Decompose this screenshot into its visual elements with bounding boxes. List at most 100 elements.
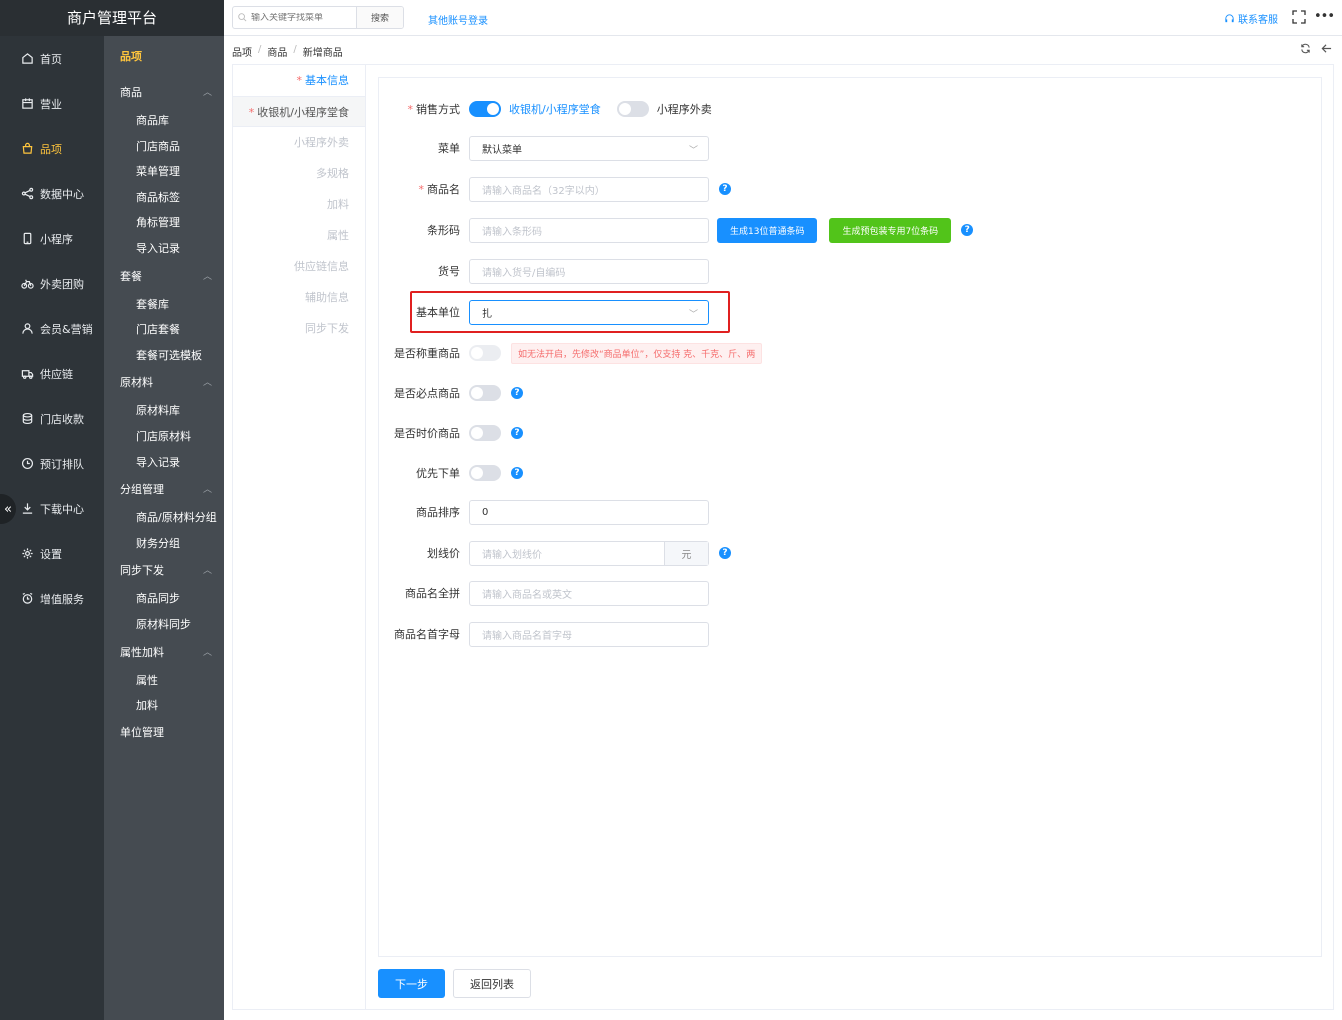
form-step[interactable]: 属性 <box>233 220 365 251</box>
generate-7-barcode-button[interactable]: 生成预包装专用7位条码 <box>829 217 952 243</box>
name-label: * 商品名 <box>418 183 461 196</box>
nav-item[interactable]: 供应链 <box>0 351 104 396</box>
chevron-up-icon: ︿ <box>202 271 212 282</box>
sidebar-subitem[interactable]: 菜单管理 <box>104 159 224 185</box>
share-icon <box>20 187 34 201</box>
user-icon <box>20 322 34 336</box>
nav-item-label: 小程序 <box>40 232 73 246</box>
help-icon[interactable]: ? <box>511 467 523 479</box>
sku-input[interactable]: 请输入货号/自编码 <box>469 258 709 284</box>
help-icon[interactable]: ? <box>961 224 974 236</box>
nav-item[interactable]: 数据中心 <box>0 171 104 216</box>
sidebar-subitem[interactable]: 财务分组 <box>104 531 224 557</box>
sidebar-subitem[interactable]: 原材料同步 <box>104 612 224 638</box>
nav-group-label: 原材料 <box>120 376 153 390</box>
sidebar-subitem[interactable]: 商品同步 <box>104 586 224 612</box>
sidebar-subitem[interactable]: 导入记录 <box>104 236 224 262</box>
strike-price-input[interactable]: 请输入划线价 元 <box>469 540 709 566</box>
help-icon[interactable]: ? <box>511 427 523 439</box>
nav-group-header[interactable]: 原材料 ︿ <box>104 368 224 398</box>
barcode-input[interactable]: 请输入条形码 <box>469 217 709 243</box>
menu-select[interactable]: 默认菜单 ﹀ <box>469 135 709 161</box>
pinyin-input[interactable]: 请输入商品名或英文 <box>469 580 709 606</box>
next-step-button[interactable]: 下一步 <box>378 969 445 998</box>
nav-item[interactable]: 首页 <box>0 36 104 81</box>
back-arrow-icon[interactable] <box>1321 43 1332 57</box>
sidebar-subitem[interactable]: 门店商品 <box>104 134 224 160</box>
nav-item[interactable]: 小程序 <box>0 216 104 261</box>
sidebar-subitem[interactable]: 套餐可选模板 <box>104 343 224 369</box>
nav-group-header[interactable]: 套餐 ︿ <box>104 262 224 292</box>
help-icon[interactable]: ? <box>719 183 731 195</box>
required-toggle[interactable] <box>469 385 501 401</box>
sidebar-subitem[interactable]: 导入记录 <box>104 450 224 476</box>
nav-group-label: 套餐 <box>120 269 142 283</box>
page-tools <box>1300 43 1332 57</box>
unit-select[interactable]: 扎 ﹀ <box>469 299 709 325</box>
form-step[interactable]: 多规格 <box>233 158 365 189</box>
form-step[interactable]: 小程序外卖 <box>233 127 365 158</box>
form-step[interactable]: 同步下发 <box>233 313 365 344</box>
nav-item[interactable]: 外卖团购 <box>0 261 104 306</box>
nav-item[interactable]: 设置 <box>0 531 104 576</box>
calendar-icon <box>20 97 34 111</box>
form-step[interactable]: * 收银机/小程序堂食 <box>233 96 365 127</box>
nav-item[interactable]: 营业 <box>0 81 104 126</box>
sidebar-subitem[interactable]: 门店套餐 <box>104 317 224 343</box>
bag-icon <box>20 142 34 156</box>
weighed-toggle[interactable] <box>469 345 501 361</box>
sidebar-subitem[interactable]: 商品库 <box>104 108 224 134</box>
sidebar-subitem[interactable]: 原材料库 <box>104 398 224 424</box>
gear-icon <box>20 547 34 561</box>
takeaway-toggle[interactable] <box>616 101 649 117</box>
sidebar-subitem[interactable]: 套餐库 <box>104 292 224 318</box>
sidebar-subitem[interactable]: 商品标签 <box>104 185 224 211</box>
sidebar-subitem[interactable]: 门店原材料 <box>104 424 224 450</box>
nav-item[interactable]: 品项 <box>0 126 104 171</box>
search-input[interactable] <box>251 12 356 23</box>
sidebar-subitem[interactable]: 角标管理 <box>104 210 224 236</box>
sort-input[interactable]: 0 <box>469 499 709 525</box>
sidebar-item-unit-management[interactable]: 单位管理 <box>104 719 224 747</box>
name-input[interactable]: 请输入商品名（32字以内） <box>469 176 709 202</box>
nav-group-header[interactable]: 同步下发 ︿ <box>104 556 224 586</box>
sidebar-subitem[interactable]: 加料 <box>104 693 224 719</box>
breadcrumb-item[interactable]: 品项 <box>232 44 252 59</box>
clock-icon <box>20 457 34 471</box>
more-icon[interactable]: ••• <box>1314 9 1335 24</box>
search-button[interactable]: 搜索 <box>356 7 403 28</box>
app-title: 商户管理平台 <box>0 0 224 36</box>
help-icon[interactable]: ? <box>719 547 731 559</box>
other-account-login-link[interactable]: 其他账号登录 <box>428 12 488 27</box>
alarm-icon <box>20 592 34 606</box>
strike-price-label: 划线价 <box>427 547 460 560</box>
form-step[interactable]: 辅助信息 <box>233 282 365 313</box>
breadcrumb-item: 新增商品 <box>302 48 343 59</box>
nav-item[interactable]: 增值服务 <box>0 576 104 621</box>
refresh-icon[interactable] <box>1300 43 1311 57</box>
fullscreen-icon[interactable] <box>1292 10 1306 24</box>
nav-item[interactable]: 会员&营销 <box>0 306 104 351</box>
nav-group-header[interactable]: 属性加料 ︿ <box>104 638 224 668</box>
generate-13-barcode-button[interactable]: 生成13位普通条码 <box>717 217 818 243</box>
priority-toggle[interactable] <box>469 465 501 481</box>
form-step[interactable]: 加料 <box>233 189 365 220</box>
timeprice-toggle[interactable] <box>469 425 501 441</box>
sidebar-subitem[interactable]: 属性 <box>104 668 224 694</box>
nav-group-header[interactable]: 分组管理 ︿ <box>104 475 224 505</box>
help-icon[interactable]: ? <box>511 387 523 399</box>
nav-item[interactable]: 门店收款 <box>0 396 104 441</box>
back-to-list-button[interactable]: 返回列表 <box>453 969 531 998</box>
chevron-down-icon: ﹀ <box>688 145 698 156</box>
dine-in-toggle[interactable] <box>469 101 501 117</box>
nav-item[interactable]: 预订排队 <box>0 441 104 486</box>
form-step[interactable]: * 基本信息 <box>233 65 365 96</box>
nav-group-header[interactable]: 商品 ︿ <box>104 78 224 108</box>
dine-in-label: 收银机/小程序堂食 <box>509 103 601 116</box>
breadcrumb-item[interactable]: 商品 <box>267 44 287 59</box>
takeaway-label: 小程序外卖 <box>656 103 712 116</box>
initials-input[interactable]: 请输入商品名首字母 <box>469 621 709 647</box>
contact-support-link[interactable]: 联系客服 <box>1224 11 1278 26</box>
form-step[interactable]: 供应链信息 <box>233 251 365 282</box>
sidebar-subitem[interactable]: 商品/原材料分组 <box>104 505 224 531</box>
